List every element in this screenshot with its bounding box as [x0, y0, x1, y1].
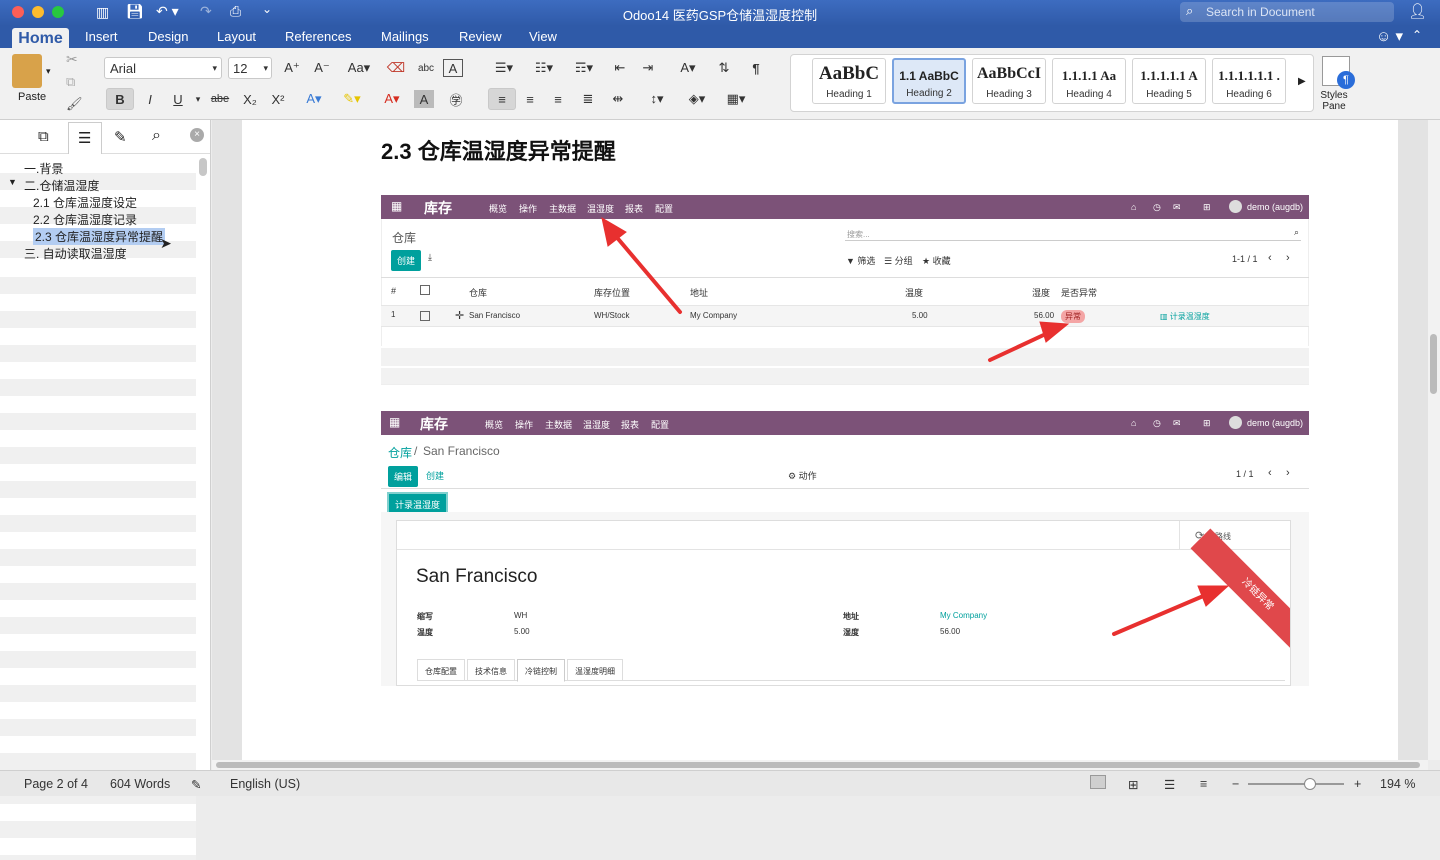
annotation-arrows [601, 216, 1230, 636]
print-layout-icon[interactable] [1090, 775, 1106, 789]
outline-view-icon[interactable]: ☰ [1164, 777, 1175, 792]
status-bar: Page 2 of 4 604 Words ✎ English (US) ⊞ ☰… [0, 770, 1440, 796]
page-count[interactable]: Page 2 of 4 [24, 777, 88, 791]
arrow-3 [1112, 585, 1230, 636]
word-count[interactable]: 604 Words [110, 777, 170, 791]
proofing-icon[interactable]: ✎ [191, 777, 201, 792]
zoom-out-icon[interactable]: − [1232, 777, 1239, 791]
draft-view-icon[interactable]: ≡ [1200, 777, 1207, 791]
zoom-level[interactable]: 194 % [1380, 777, 1415, 791]
web-layout-icon[interactable]: ⊞ [1128, 777, 1138, 792]
arrow-1 [601, 216, 682, 314]
arrow-2 [988, 321, 1070, 362]
zoom-slider-thumb[interactable] [1304, 778, 1316, 790]
zoom-in-icon[interactable]: + [1354, 777, 1361, 791]
zoom-slider[interactable] [1248, 778, 1344, 790]
language[interactable]: English (US) [230, 777, 300, 791]
